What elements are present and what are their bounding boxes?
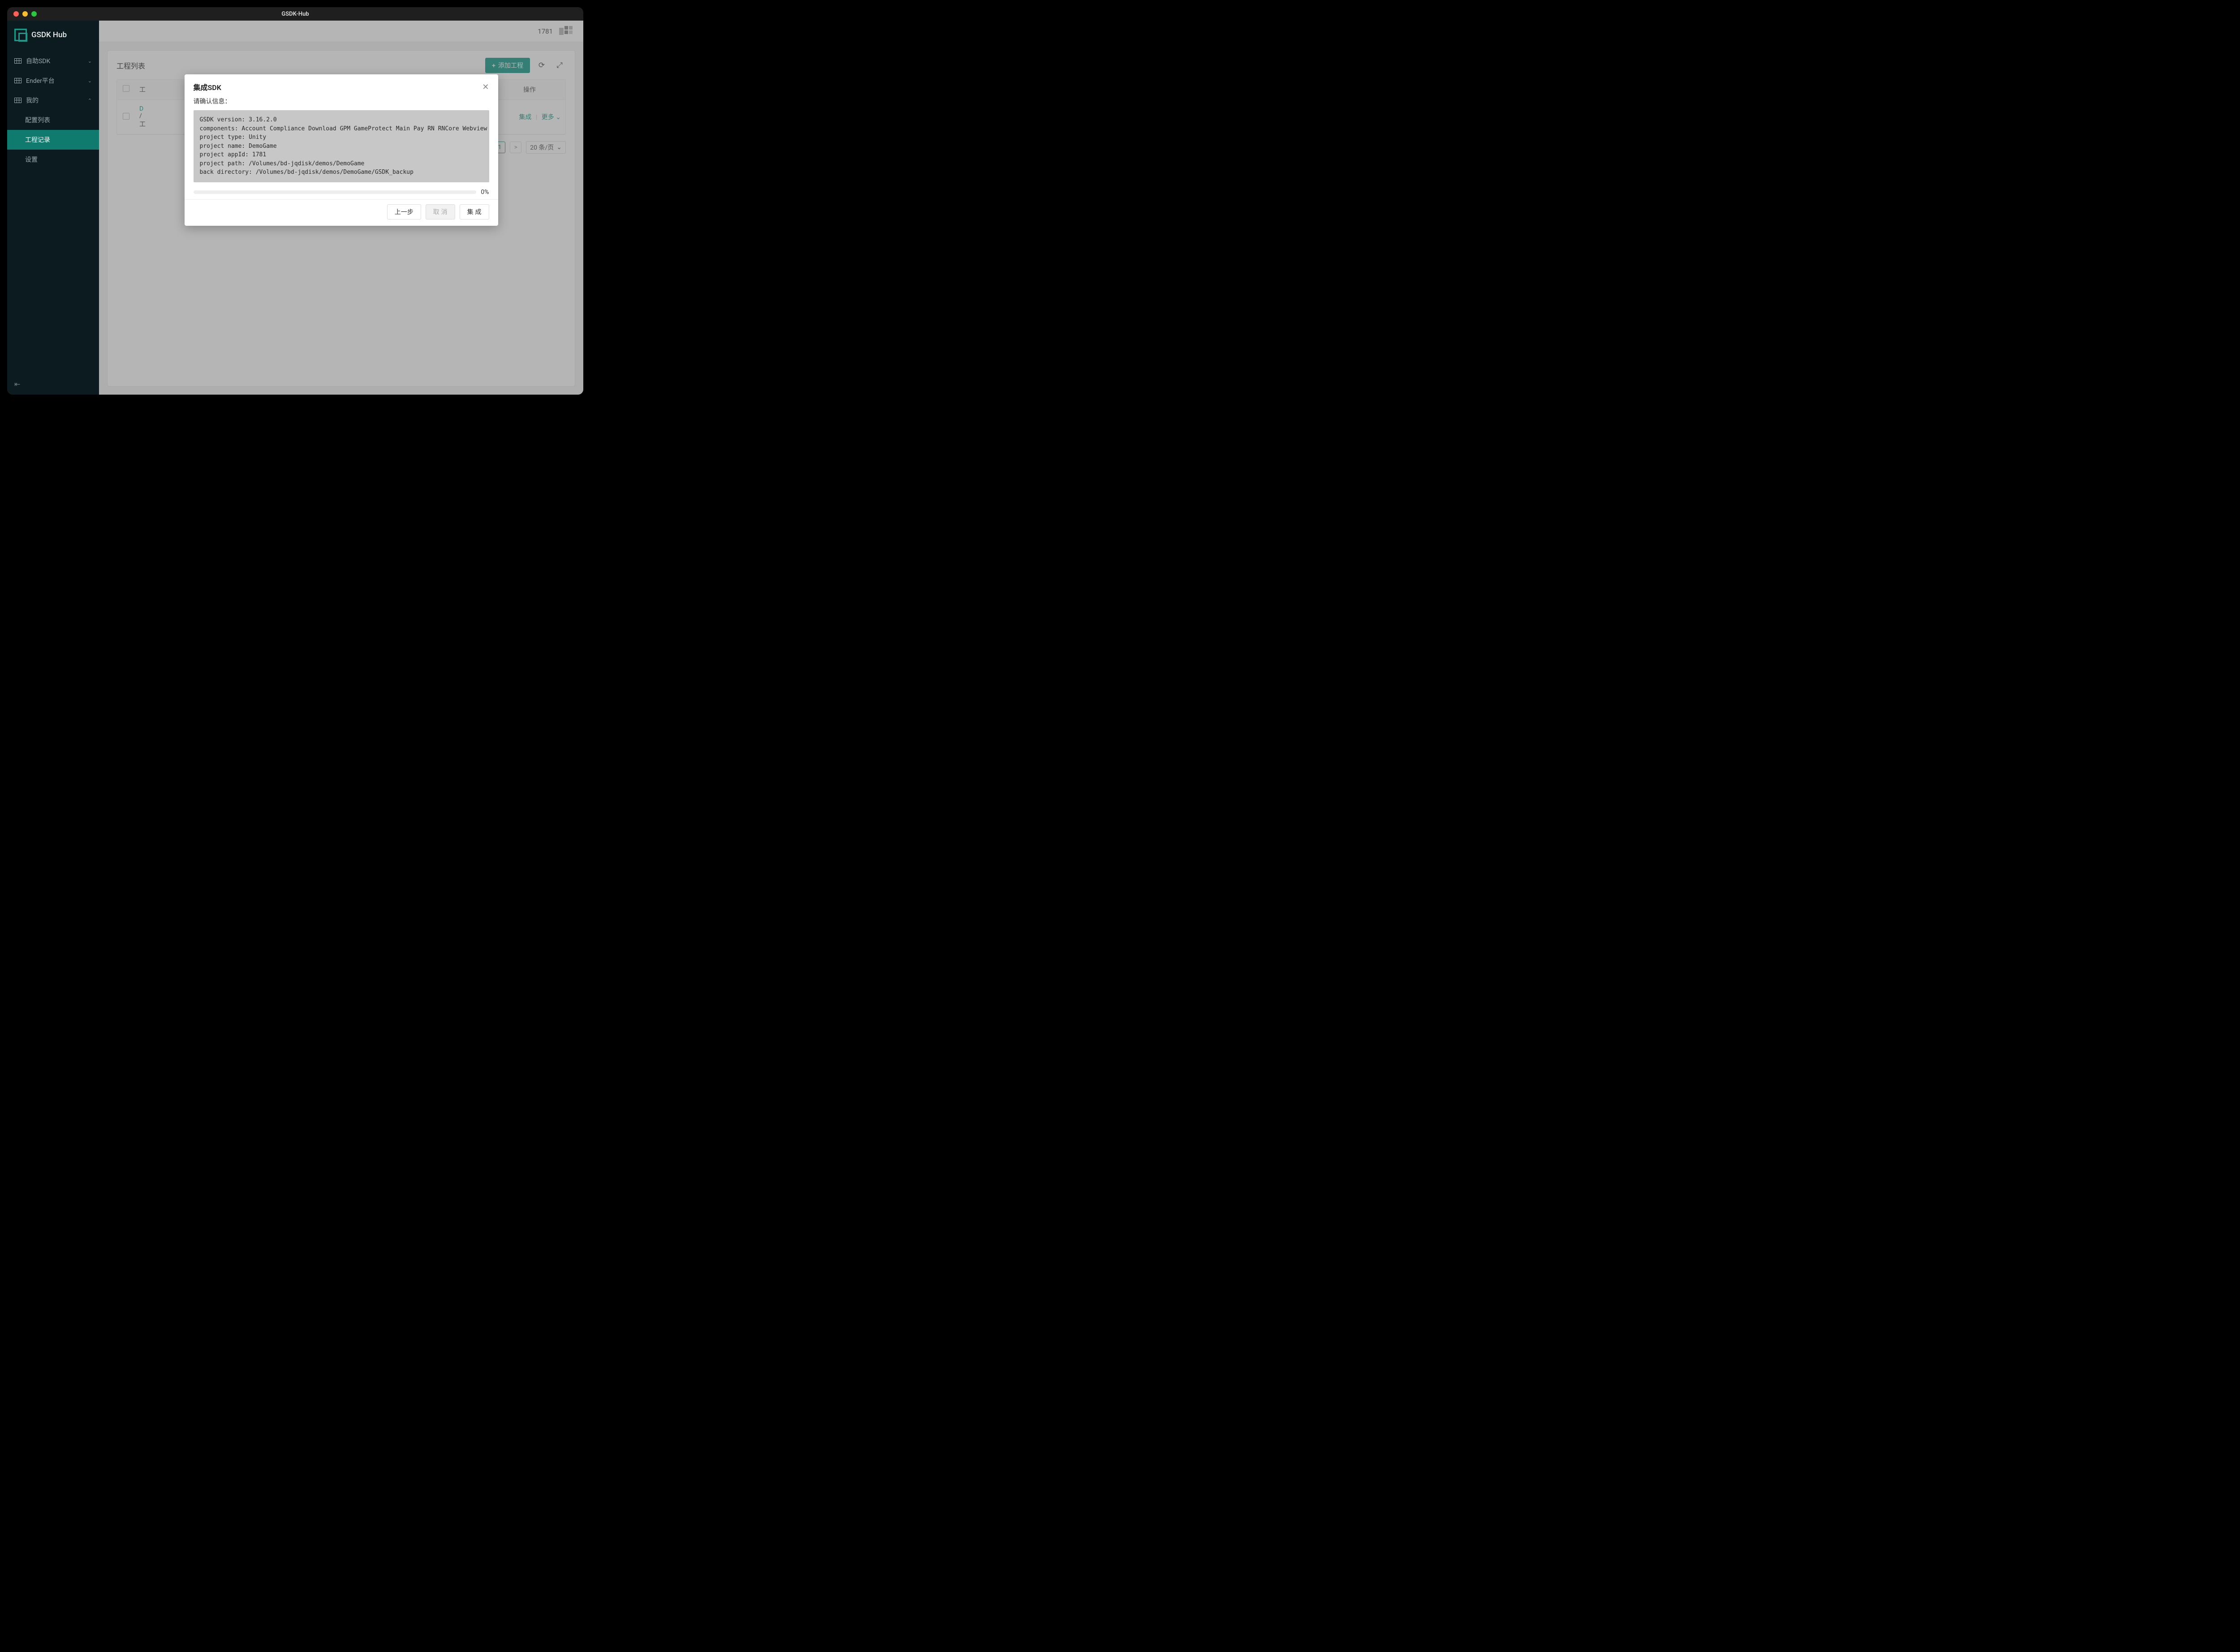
brand-text: GSDK Hub: [31, 30, 67, 39]
modal-overlay: 集成SDK ✕ 请确认信息： GSDK version: 3.16.2.0 co…: [99, 21, 583, 395]
sidebar-item-self-sdk[interactable]: 自助SDK ⌄: [7, 51, 99, 71]
modal-footer: 上一步 取 消 集 成: [185, 199, 498, 226]
modal-integrate-button[interactable]: 集 成: [460, 204, 489, 219]
progress-value: 0%: [481, 189, 489, 196]
window-title: GSDK-Hub: [7, 11, 583, 17]
grid-icon: [14, 58, 22, 64]
progress-row: 0%: [185, 189, 498, 199]
sidebar-item-mine[interactable]: 我的 ⌃: [7, 90, 99, 110]
modal-header: 集成SDK ✕: [185, 74, 498, 95]
app-body: GSDK Hub 自助SDK ⌄ Ender平台 ⌄ 我的 ⌃ 配置列表 工程记…: [7, 21, 583, 395]
main-area: 1781 工程列表 + 添加工程 ⟳ ⤢: [99, 21, 583, 395]
integrate-modal: 集成SDK ✕ 请确认信息： GSDK version: 3.16.2.0 co…: [185, 74, 498, 226]
titlebar: GSDK-Hub: [7, 7, 583, 21]
modal-prev-button[interactable]: 上一步: [387, 204, 421, 219]
modal-cancel-button: 取 消: [426, 204, 455, 219]
chevron-down-icon: ⌄: [88, 78, 92, 84]
brand: GSDK Hub: [7, 21, 99, 51]
grid-icon: [14, 98, 22, 103]
sidebar-sub-config-list[interactable]: 配置列表: [7, 110, 99, 130]
chevron-up-icon: ⌃: [88, 98, 92, 103]
app-window: GSDK-Hub GSDK Hub 自助SDK ⌄ Ender平台 ⌄ 我的 ⌃: [7, 7, 583, 395]
chevron-down-icon: ⌄: [88, 58, 92, 64]
sidebar-item-ender[interactable]: Ender平台 ⌄: [7, 71, 99, 90]
modal-close-button[interactable]: ✕: [482, 82, 489, 92]
sidebar-item-label: 自助SDK: [26, 56, 50, 65]
sidebar-sub-settings[interactable]: 设置: [7, 150, 99, 169]
sidebar-item-label: Ender平台: [26, 76, 55, 85]
grid-icon: [14, 78, 22, 83]
progress-bar: [194, 190, 477, 194]
brand-logo-icon: [14, 29, 27, 41]
modal-code-block: GSDK version: 3.16.2.0 components: Accou…: [194, 110, 489, 182]
sidebar-sub-project-log[interactable]: 工程记录: [7, 130, 99, 150]
collapse-sidebar-icon[interactable]: ⇤: [14, 380, 20, 388]
sidebar-footer: ⇤: [7, 374, 99, 395]
sidebar-item-label: 我的: [26, 96, 39, 105]
modal-title: 集成SDK: [194, 82, 221, 92]
modal-subtitle: 请确认信息：: [185, 95, 498, 110]
sidebar: GSDK Hub 自助SDK ⌄ Ender平台 ⌄ 我的 ⌃ 配置列表 工程记…: [7, 21, 99, 395]
close-icon: ✕: [482, 82, 489, 92]
